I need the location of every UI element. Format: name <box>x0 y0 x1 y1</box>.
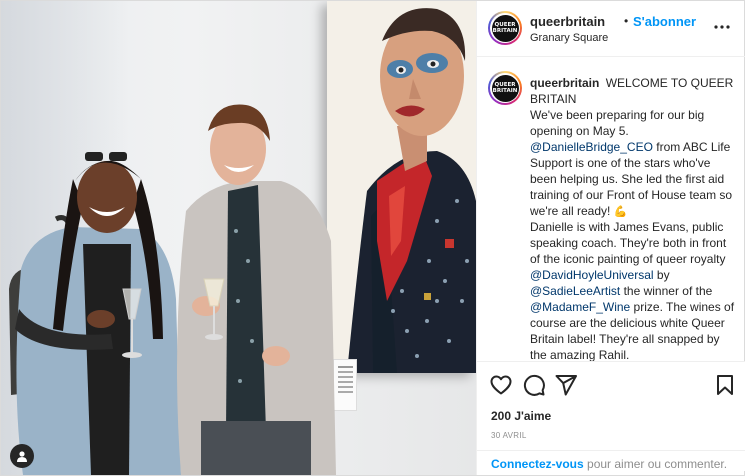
login-prompt-text: pour aimer ou commenter. <box>583 457 728 471</box>
tagged-users-button[interactable] <box>10 444 34 468</box>
avatar-logo: QUEER BRITAIN <box>491 14 519 42</box>
post-header: QUEER BRITAIN queerbritain • S'abonner G… <box>477 1 745 57</box>
mention-link[interactable]: @MadameF_Wine <box>530 300 630 314</box>
more-horizontal-icon[interactable] <box>712 19 732 35</box>
login-link[interactable]: Connectez-vous <box>491 457 584 471</box>
caption-line: by <box>653 268 670 282</box>
location-link[interactable]: Granary Square <box>530 32 608 44</box>
caption-line: Danielle is with James Evans, public spe… <box>530 220 727 266</box>
caption-username-link[interactable]: queerbritain <box>530 76 599 90</box>
follow-button[interactable]: S'abonner <box>633 14 696 29</box>
mention-link[interactable]: @DavidHoyleUniversal <box>530 268 654 282</box>
caption-text: queerbritain WELCOME TO QUEER BRITAIN We'… <box>530 75 735 361</box>
post-panel: QUEER BRITAIN queerbritain • S'abonner G… <box>476 1 745 475</box>
share-icon[interactable] <box>554 373 578 397</box>
post-photo[interactable] <box>1 1 476 475</box>
caption-line: We've been preparing for our big opening… <box>530 108 705 138</box>
comment-icon[interactable] <box>522 373 546 397</box>
man-figure <box>177 104 336 475</box>
post-date: 30 AVRIL <box>491 431 527 440</box>
bookmark-icon[interactable] <box>713 373 737 397</box>
caption-avatar[interactable]: QUEER BRITAIN <box>488 71 522 105</box>
login-prompt: Connectez-vous pour aimer ou commenter. <box>477 450 745 476</box>
profile-avatar[interactable]: QUEER BRITAIN <box>488 11 522 45</box>
header-separator: • <box>624 14 629 28</box>
header-username-link[interactable]: queerbritain <box>530 14 605 29</box>
mention-link[interactable]: @DanielleBridge_CEO <box>530 140 653 154</box>
user-icon <box>17 451 27 462</box>
like-count[interactable]: 200 J'aime <box>491 409 551 423</box>
mention-link[interactable]: @SadieLeeArtist <box>530 284 620 298</box>
caption-line: the winner of the <box>620 284 713 298</box>
post-actions: 200 J'aime 30 AVRIL Connectez-vous pour … <box>477 361 745 471</box>
heart-icon[interactable] <box>489 373 513 397</box>
post-caption: QUEER BRITAIN queerbritain WELCOME TO QU… <box>477 58 745 361</box>
flexed-biceps-emoji: 💪 <box>613 206 628 218</box>
avatar-logo: QUEER BRITAIN <box>491 74 519 102</box>
